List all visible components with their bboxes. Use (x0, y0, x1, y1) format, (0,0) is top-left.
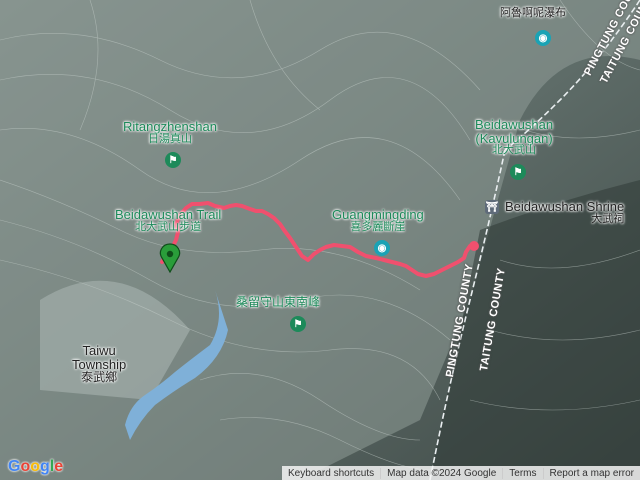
label-beidawushan[interactable]: Beidawushan (Kavulungan) 北大武山 (475, 118, 553, 157)
hiker-icon[interactable]: ⚑ (290, 316, 306, 332)
keyboard-shortcuts-link[interactable]: Keyboard shortcuts (282, 468, 380, 479)
shrine-icon[interactable]: ⛩ (485, 200, 499, 214)
label-beidawushan-trail[interactable]: Beidawushan Trail 北大武山步道 (115, 208, 221, 233)
label-taiwu-en1: Taiwu (82, 343, 116, 358)
label-aluna-zh: 阿魯啊呢瀑布 (500, 7, 566, 19)
map-footer: Keyboard shortcuts Map data ©2024 Google… (281, 466, 640, 480)
label-trail-zh: 北大武山步道 (135, 220, 202, 233)
label-ritangzhenshan[interactable]: Ritangzhenshan 日湯真山 (123, 120, 217, 145)
label-sangliu-zh: 桑留守山東南峰 (236, 295, 321, 309)
report-error-link[interactable]: Report a map error (542, 467, 640, 479)
label-taiwu-township[interactable]: Taiwu Township 泰武鄉 (72, 344, 126, 384)
route-end-marker (469, 241, 479, 251)
label-ritang-en: Ritangzhenshan (123, 119, 217, 134)
label-shrine-en: Beidawushan Shrine (505, 199, 625, 214)
camera-icon[interactable]: ◉ (374, 240, 390, 256)
label-taiwu-zh: 泰武鄉 (81, 370, 118, 385)
label-beidawu-zh: 北大武山 (492, 144, 537, 157)
terrain-map[interactable] (0, 0, 640, 480)
label-sangliushou-peak[interactable]: 桑留守山東南峰 (236, 296, 320, 309)
label-beidawushan-shrine[interactable]: Beidawushan Shrine 大武祠 (505, 200, 624, 225)
hiker-icon[interactable]: ⚑ (510, 164, 526, 180)
label-guangming-en: Guangmingding (332, 207, 424, 222)
map-data-text: Map data ©2024 Google (380, 467, 502, 479)
label-beidawu-en1: Beidawushan (475, 117, 554, 132)
hiker-icon[interactable]: ⚑ (165, 152, 181, 168)
label-shrine-zh: 大武祠 (591, 212, 625, 225)
label-trail-en: Beidawushan Trail (115, 207, 222, 222)
camera-icon[interactable]: ◉ (535, 30, 551, 46)
label-ritang-zh: 日湯真山 (147, 132, 192, 145)
label-aluna-waterfall[interactable]: 阿魯啊呢瀑布 (500, 7, 566, 20)
google-logo: Google (8, 458, 64, 475)
terms-link[interactable]: Terms (502, 467, 542, 479)
label-guangming-zh: 喜多麗斷崖 (350, 220, 406, 233)
label-guangmingding[interactable]: Guangmingding 喜多麗斷崖 (332, 208, 424, 233)
